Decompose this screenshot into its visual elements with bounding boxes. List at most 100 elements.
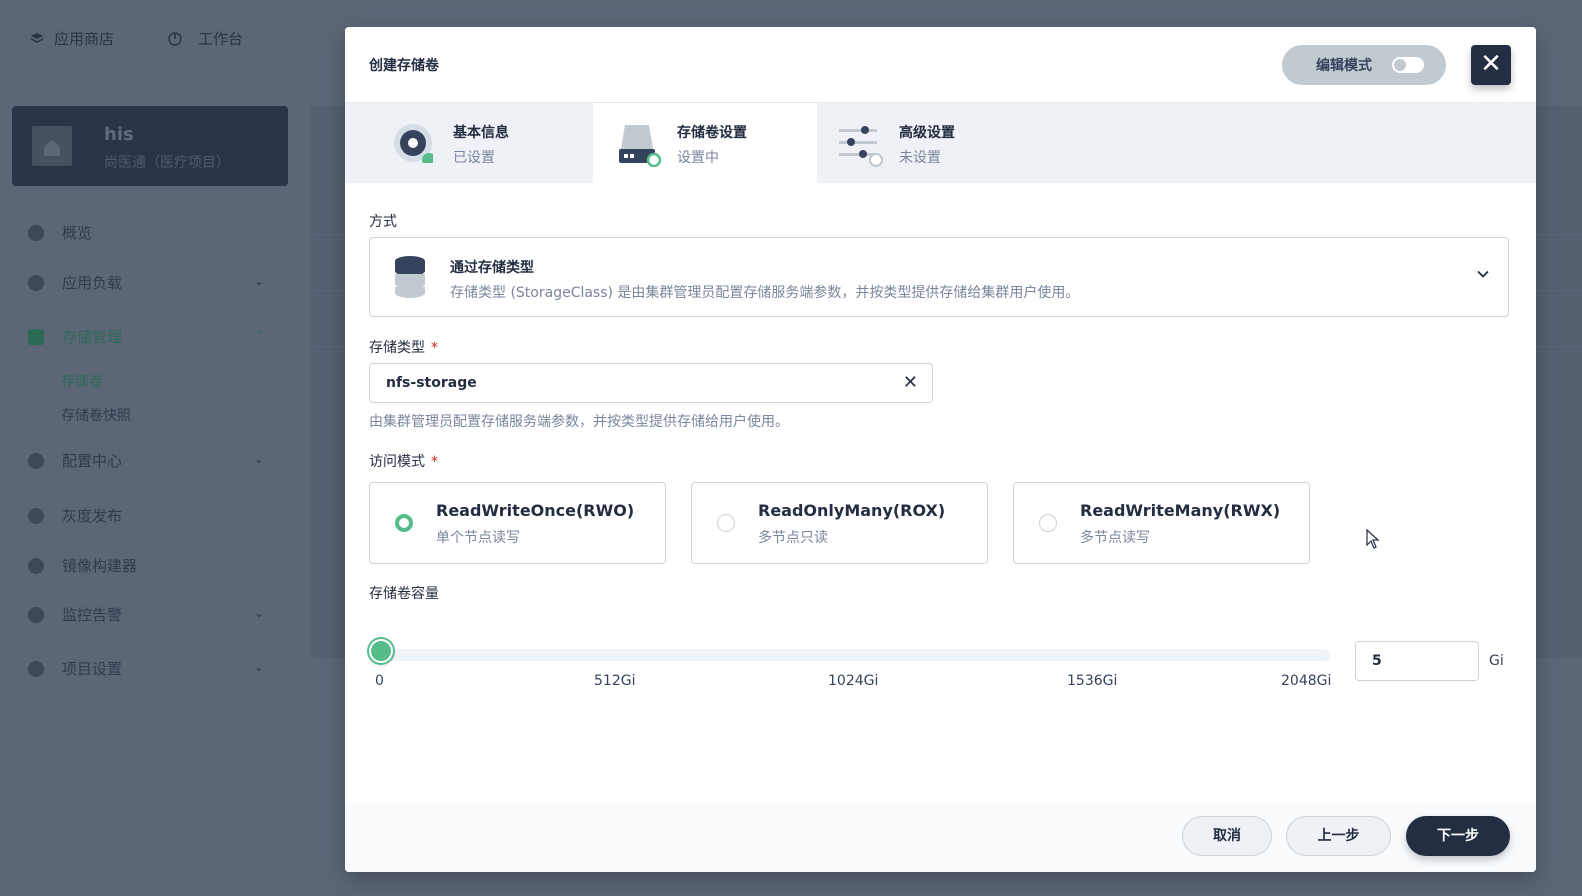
grayscale-icon [28,507,44,524]
sidebar-subitem-volumes[interactable]: 存储卷 [61,371,103,391]
disc-icon [393,123,436,167]
cancel-button[interactable]: 取消 [1182,816,1272,856]
dialog-title: 创建存储卷 [369,58,439,74]
step-label: 高级设置 [899,125,955,141]
capacity-value: 5 [1372,653,1382,669]
chevron-down-icon: ⌄ [253,606,264,620]
database-icon [394,256,426,298]
access-mode-title: ReadOnlyMany(ROX) [758,501,946,520]
step-label: 存储卷设置 [677,125,747,141]
storage-class-label-text: 存储类型 [369,340,425,356]
chevron-down-icon: ⌄ [253,660,264,674]
access-mode-subtitle: 多节点读写 [1080,530,1150,546]
sidebar-item-label: 镜像构建器 [62,557,138,575]
project-logo-icon [32,126,72,166]
app-store-label: 应用商店 [54,30,115,48]
sidebar-item-label: 项目设置 [62,660,123,678]
access-mode-title: ReadWriteMany(RWX) [1080,501,1281,520]
access-mode-label: 访问模式 * [369,451,438,471]
config-icon [28,452,44,469]
slider-tick-label: 0 [375,673,384,689]
access-mode-subtitle: 单个节点读写 [436,530,520,546]
method-title: 通过存储类型 [450,260,534,276]
close-button[interactable]: ✕ [1471,45,1511,85]
step-volume-settings[interactable]: 存储卷设置 设置中 [593,103,817,183]
toggle-switch-icon [1392,57,1424,73]
sidebar-item-label: 概览 [62,224,93,242]
radio-unselected-icon[interactable] [1039,514,1057,532]
storage-class-label: 存储类型 * [369,337,438,357]
overview-icon [28,224,44,241]
step-status: 未设置 [899,150,941,166]
capacity-input[interactable]: 5 [1355,641,1479,681]
radio-selected-icon[interactable] [395,514,413,532]
storage-class-value: nfs-storage [386,375,477,391]
access-mode-label-text: 访问模式 [369,454,425,470]
chevron-down-icon [1476,266,1490,280]
step-advanced-settings[interactable]: 高级设置 未设置 [817,103,1041,183]
clear-icon[interactable]: ✕ [903,373,918,393]
next-button[interactable]: 下一步 [1406,816,1510,856]
step-status: 已设置 [453,150,495,166]
capacity-slider-track[interactable] [377,649,1330,661]
sidebar-item-storage[interactable]: 存储管理 ⌃ [28,326,278,347]
method-label: 方式 [369,214,397,230]
sidebar-item-image-builder[interactable]: 镜像构建器 [28,555,278,576]
sidebar-item-label: 配置中心 [62,452,123,470]
sidebar-item-config[interactable]: 配置中心 ⌄ [28,450,278,471]
step-label: 基本信息 [453,125,509,141]
access-mode-rwx[interactable]: ReadWriteMany(RWX) 多节点读写 [1013,482,1310,564]
sidebar-item-label: 灰度发布 [62,507,123,525]
sidebar-item-project-settings[interactable]: 项目设置 ⌄ [28,658,278,679]
step-tabs: 基本信息 已设置 存储卷设置 设置中 高级设置 未设置 [345,103,1536,183]
chevron-down-icon: ⌄ [253,274,264,288]
sidebar-item-workloads[interactable]: 应用负载 ⌄ [28,272,278,293]
required-mark: * [431,340,438,356]
create-volume-dialog: 创建存储卷 编辑模式 ✕ 基本信息 已设置 存储卷设置 设置中 高级设置 未设置… [345,27,1536,872]
access-mode-rox[interactable]: ReadOnlyMany(ROX) 多节点只读 [691,482,988,564]
sidebar-item-label: 监控告警 [62,606,123,624]
sidebar-item-monitoring[interactable]: 监控告警 ⌄ [28,604,278,625]
dashboard-icon [168,31,182,46]
access-mode-rwo[interactable]: ReadWriteOnce(RWO) 单个节点读写 [369,482,666,564]
workloads-icon [28,274,44,291]
dialog-header: 创建存储卷 编辑模式 ✕ [345,27,1536,103]
sliders-icon [839,123,883,167]
monitoring-icon [28,606,44,623]
slider-tick-label: 2048Gi [1281,673,1332,689]
access-mode-title: ReadWriteOnce(RWO) [436,501,635,520]
step-basic-info[interactable]: 基本信息 已设置 [345,103,569,183]
slider-tick-label: 1536Gi [1067,673,1118,689]
capacity-unit: Gi [1489,653,1504,669]
layers-icon [30,32,44,46]
storage-class-hint: 由集群管理员配置存储服务端参数，并按类型提供存储给用户使用。 [369,414,789,430]
project-card[interactable]: his 尚医通（医疗项目） [12,106,288,186]
step-status: 设置中 [677,150,719,166]
previous-button[interactable]: 上一步 [1286,816,1391,856]
storage-class-select[interactable]: nfs-storage ✕ [369,363,933,403]
dialog-footer: 取消 上一步 下一步 [345,802,1536,872]
slider-tick-label: 1024Gi [828,673,879,689]
method-description: 存储类型 (StorageClass) 是由集群管理员配置存储服务端参数，并按类… [450,285,1080,301]
sidebar-item-overview[interactable]: 概览 [28,222,278,243]
edit-mode-label: 编辑模式 [1316,58,1372,74]
app-store-nav[interactable]: 应用商店 [30,28,114,49]
workbench-label: 工作台 [198,30,244,48]
project-name: his [104,124,134,145]
access-mode-subtitle: 多节点只读 [758,530,828,546]
sidebar-subitem-snapshots[interactable]: 存储卷快照 [61,405,131,425]
radio-unselected-icon[interactable] [717,514,735,532]
chevron-up-icon: ⌃ [253,328,264,342]
method-select[interactable]: 通过存储类型 存储类型 (StorageClass) 是由集群管理员配置存储服务… [369,237,1509,317]
required-mark: * [431,454,438,470]
edit-mode-toggle[interactable]: 编辑模式 [1282,45,1446,85]
sidebar-item-grayscale[interactable]: 灰度发布 [28,505,278,526]
hard-drive-icon [619,123,662,168]
storage-icon [28,328,44,345]
sidebar-item-label: 应用负载 [62,274,123,292]
project-description: 尚医通（医疗项目） [104,155,230,171]
image-builder-icon [28,557,44,574]
gear-icon [28,660,44,677]
slider-tick-label: 512Gi [594,673,636,689]
workbench-nav[interactable]: 工作台 [168,28,243,49]
